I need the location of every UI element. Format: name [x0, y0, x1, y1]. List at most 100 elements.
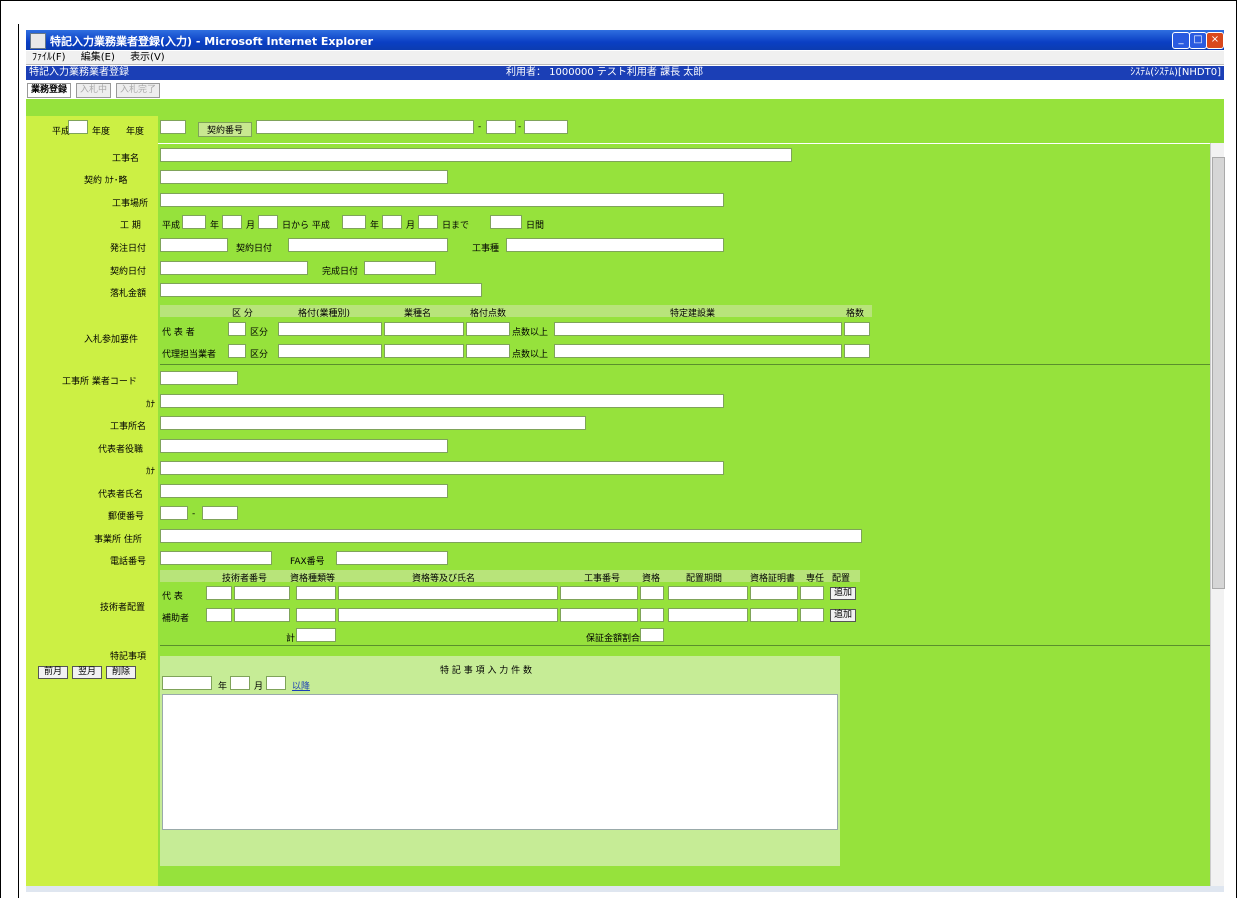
delete-button[interactable]: 削除	[106, 666, 136, 679]
fax-input[interactable]	[336, 551, 448, 565]
tab-bidding[interactable]: 入札中	[76, 83, 112, 98]
period-days: 日間	[526, 221, 545, 231]
next-month-button[interactable]: 翌月	[72, 666, 102, 679]
tab-registration[interactable]: 業務登録	[27, 83, 72, 98]
period-end-month[interactable]	[382, 215, 402, 229]
year-input[interactable]	[68, 120, 88, 134]
pay-date-input[interactable]	[160, 261, 308, 275]
horizontal-scrollbar[interactable]	[26, 886, 1224, 892]
menu-file[interactable]: ﾌｧｲﾙ(F)	[26, 51, 72, 65]
req-row2-count[interactable]	[844, 344, 870, 358]
req-row1-type[interactable]	[384, 322, 464, 336]
postal-input-1[interactable]	[160, 506, 188, 520]
rep-name-input[interactable]	[160, 484, 448, 498]
eng-row2-label: 補助者	[162, 614, 190, 624]
req-row2-grade[interactable]	[278, 344, 382, 358]
eng-header-no: 技術者番号	[222, 574, 268, 584]
contract-date-input[interactable]	[288, 238, 448, 252]
work-name-input[interactable]	[160, 148, 792, 162]
postal-input-2[interactable]	[202, 506, 238, 520]
contract-no-suffix1[interactable]	[486, 120, 516, 134]
eng-row1-qual[interactable]	[296, 586, 336, 600]
eng-row2-cert[interactable]	[750, 608, 798, 622]
completion-input[interactable]	[364, 261, 436, 275]
period-days-input[interactable]	[490, 215, 522, 229]
vertical-scrollbar[interactable]	[1210, 143, 1225, 886]
eng-row1-exclusive[interactable]	[800, 586, 824, 600]
minimize-button[interactable]: _	[1172, 32, 1190, 49]
eng-row1-period[interactable]	[668, 586, 748, 600]
prev-month-button[interactable]: 前月	[38, 666, 68, 679]
remarks-month-unit: 月	[254, 682, 264, 692]
req-row2-special[interactable]	[554, 344, 842, 358]
work-name-label: 工事名	[112, 154, 140, 164]
period-start-month[interactable]	[222, 215, 242, 229]
eng-row1-code[interactable]	[206, 586, 232, 600]
contract-type-input[interactable]	[160, 120, 186, 134]
eng-row1-add-button[interactable]: 追加	[830, 587, 856, 600]
phone-input[interactable]	[160, 551, 272, 565]
contract-no-suffix2[interactable]	[524, 120, 568, 134]
req-header-grade: 格付(業種別)	[298, 309, 351, 319]
requirement-header-row	[160, 305, 872, 317]
req-row1-special[interactable]	[554, 322, 842, 336]
req-row2-code[interactable]	[228, 344, 246, 358]
office-address-input[interactable]	[160, 529, 862, 543]
eng-row1-name[interactable]	[338, 586, 558, 600]
work-place-label: 工事場所	[112, 199, 149, 209]
req-row1-count[interactable]	[844, 322, 870, 336]
eng-row1-cert[interactable]	[750, 586, 798, 600]
eng-row2-no[interactable]	[234, 608, 290, 622]
contractor-kana-input[interactable]	[160, 394, 724, 408]
work-place-input[interactable]	[160, 193, 724, 207]
eng-header-assign: 配置	[832, 574, 851, 584]
amount-input[interactable]	[160, 283, 482, 297]
eng-row2-qual[interactable]	[296, 608, 336, 622]
eng-row2-period[interactable]	[668, 608, 748, 622]
maximize-button[interactable]: □	[1189, 32, 1207, 49]
eng-row2-add-button[interactable]: 追加	[830, 609, 856, 622]
period-end-day[interactable]	[418, 215, 438, 229]
eng-row2-work[interactable]	[560, 608, 638, 622]
eng-row2-license[interactable]	[640, 608, 664, 622]
work-type-input[interactable]	[506, 238, 724, 252]
contractor-name-input[interactable]	[160, 416, 586, 430]
eng-row2-code[interactable]	[206, 608, 232, 622]
kana-input[interactable]	[160, 170, 448, 184]
rep-title-input[interactable]	[160, 439, 448, 453]
period-start-year[interactable]	[182, 215, 206, 229]
close-button[interactable]: ×	[1206, 32, 1224, 49]
eng-row1-license[interactable]	[640, 586, 664, 600]
remarks-month-input[interactable]	[230, 676, 250, 690]
eng-row1-no[interactable]	[234, 586, 290, 600]
remarks-textarea[interactable]	[162, 694, 838, 830]
req-row2-type[interactable]	[384, 344, 464, 358]
remarks-year-input[interactable]	[162, 676, 212, 690]
eng-row2-exclusive[interactable]	[800, 608, 824, 622]
period-end-year[interactable]	[342, 215, 366, 229]
req-row1-score[interactable]	[466, 322, 510, 336]
rep-kana-input[interactable]	[160, 461, 724, 475]
contract-no-input[interactable]	[256, 120, 474, 134]
req-row2-score[interactable]	[466, 344, 510, 358]
req-row1-grade[interactable]	[278, 322, 382, 336]
scrollbar-thumb[interactable]	[1212, 157, 1225, 589]
remarks-link[interactable]: 以降	[292, 679, 310, 692]
remarks-day-input[interactable]	[266, 676, 286, 690]
tab-bid-complete[interactable]: 入札完了	[116, 83, 161, 98]
req-row1-code[interactable]	[228, 322, 246, 336]
dash-1: -	[478, 122, 482, 132]
contract-date-label: 契約日付	[236, 244, 273, 254]
eng-header-qual: 資格種類等	[290, 574, 336, 584]
menu-view[interactable]: 表示(V)	[124, 51, 171, 65]
eng-header-cert: 資格証明書	[750, 574, 796, 584]
order-date-input[interactable]	[160, 238, 228, 252]
eng-row1-work[interactable]	[560, 586, 638, 600]
eng-row2-name[interactable]	[338, 608, 558, 622]
total-label: 計	[286, 634, 296, 644]
guarantee-ratio-input[interactable]	[640, 628, 664, 642]
menu-edit[interactable]: 編集(E)	[75, 51, 121, 65]
contractor-code-input[interactable]	[160, 371, 238, 385]
total-input[interactable]	[296, 628, 336, 642]
period-start-day[interactable]	[258, 215, 278, 229]
